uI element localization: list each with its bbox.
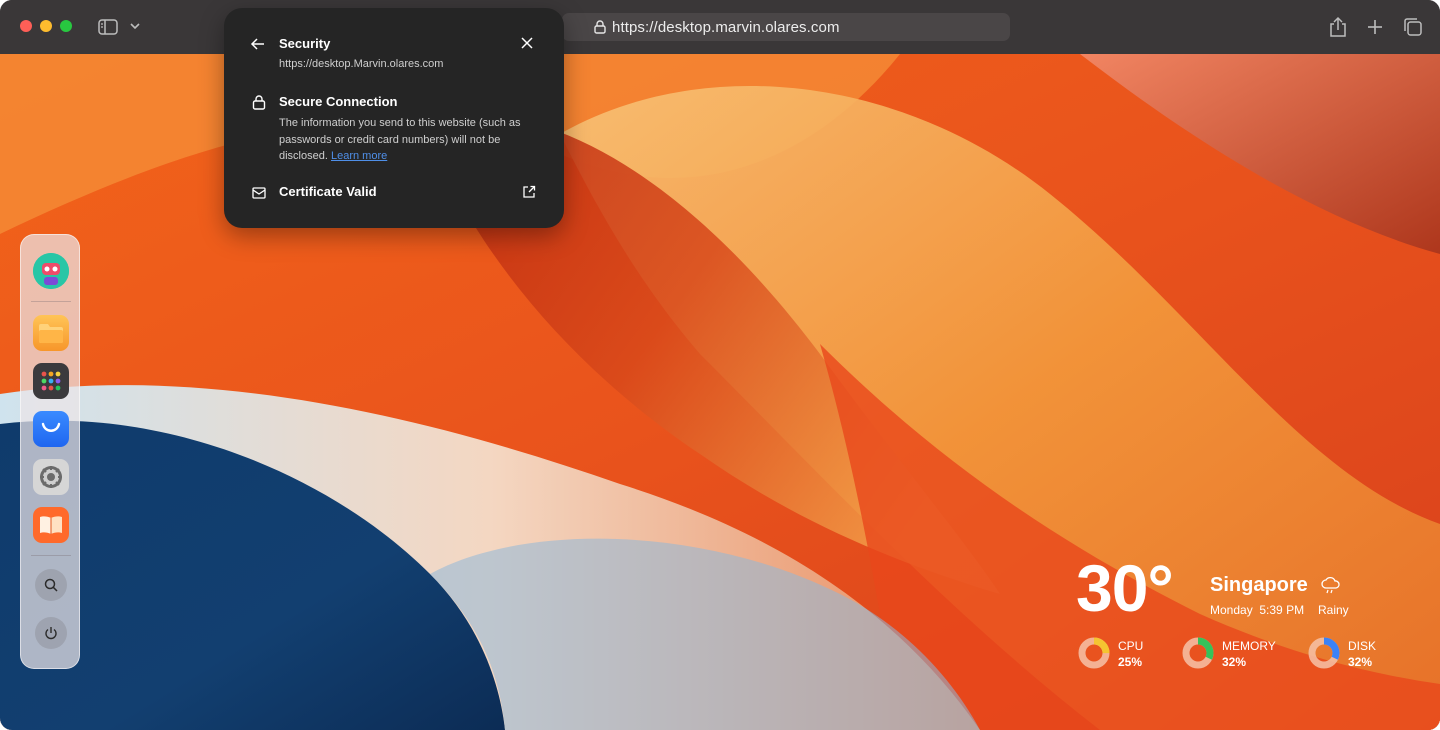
popover-url: https://desktop.Marvin.olares.com [279, 58, 444, 70]
minimize-window-button[interactable] [40, 20, 52, 32]
new-tab-icon[interactable] [1364, 16, 1386, 38]
time: 5:39 PM [1259, 603, 1305, 617]
dock [20, 234, 80, 669]
certificate-valid-label[interactable]: Certificate Valid [279, 184, 377, 199]
external-link-icon[interactable] [522, 185, 536, 199]
chevron-down-icon[interactable] [128, 19, 142, 33]
secure-connection-title: Secure Connection [279, 94, 398, 109]
dock-divider [31, 555, 71, 556]
cpu-gauge [1078, 637, 1110, 669]
cpu-label: CPU [1118, 639, 1144, 653]
settings-gear-icon[interactable] [33, 459, 69, 495]
wallpaper-art [0, 54, 1440, 730]
files-folder-icon[interactable] [33, 315, 69, 351]
search-icon[interactable] [35, 569, 67, 601]
date-time: Monday 5:39 PM [1210, 603, 1304, 617]
learn-more-link[interactable]: Learn more [331, 150, 387, 162]
rain-cloud-icon [1320, 576, 1342, 594]
description-text: The information you send to this website… [279, 117, 521, 162]
disk-label: DISK [1348, 639, 1377, 653]
secure-connection-description: The information you send to this website… [279, 115, 549, 165]
sidebar-toggle-icon[interactable] [96, 16, 120, 38]
tab-overview-icon[interactable] [1402, 16, 1424, 38]
disk-gauge [1308, 637, 1340, 669]
weather-condition: Rainy [1318, 603, 1349, 617]
share-icon[interactable] [1328, 15, 1348, 39]
market-bag-icon[interactable] [33, 411, 69, 447]
cpu-value: 25% [1118, 655, 1143, 669]
day: Monday [1210, 603, 1253, 617]
zoom-window-button[interactable] [60, 20, 72, 32]
power-icon[interactable] [35, 617, 67, 649]
close-icon[interactable] [520, 36, 536, 52]
memory-value: 32% [1222, 655, 1247, 669]
avatar[interactable] [33, 253, 69, 289]
close-window-button[interactable] [20, 20, 32, 32]
temperature: 30° [1076, 551, 1174, 625]
lock-icon [252, 94, 266, 110]
memory-gauge [1182, 637, 1214, 669]
popover-title: Security [279, 36, 331, 51]
browser-window: https://desktop.marvin.olares.com 30° Si… [0, 0, 1440, 730]
address-url: https://desktop.marvin.olares.com [612, 18, 840, 36]
city-name: Singapore [1210, 574, 1308, 596]
dock-divider [31, 301, 71, 302]
address-bar[interactable]: https://desktop.marvin.olares.com [562, 13, 1010, 41]
browser-toolbar: https://desktop.marvin.olares.com [0, 0, 1440, 54]
lock-icon[interactable] [594, 20, 606, 38]
launchpad-grid-icon[interactable] [33, 363, 69, 399]
security-popover: Security https://desktop.Marvin.olares.c… [224, 8, 564, 228]
memory-label: MEMORY [1222, 639, 1276, 653]
back-arrow-icon[interactable] [250, 36, 266, 52]
certificate-icon [252, 186, 266, 199]
desktop-wallpaper: 30° Singapore Monday 5:39 PM Rainy CPU 2… [0, 54, 1440, 730]
wise-book-icon[interactable] [33, 507, 69, 543]
disk-value: 32% [1348, 655, 1373, 669]
